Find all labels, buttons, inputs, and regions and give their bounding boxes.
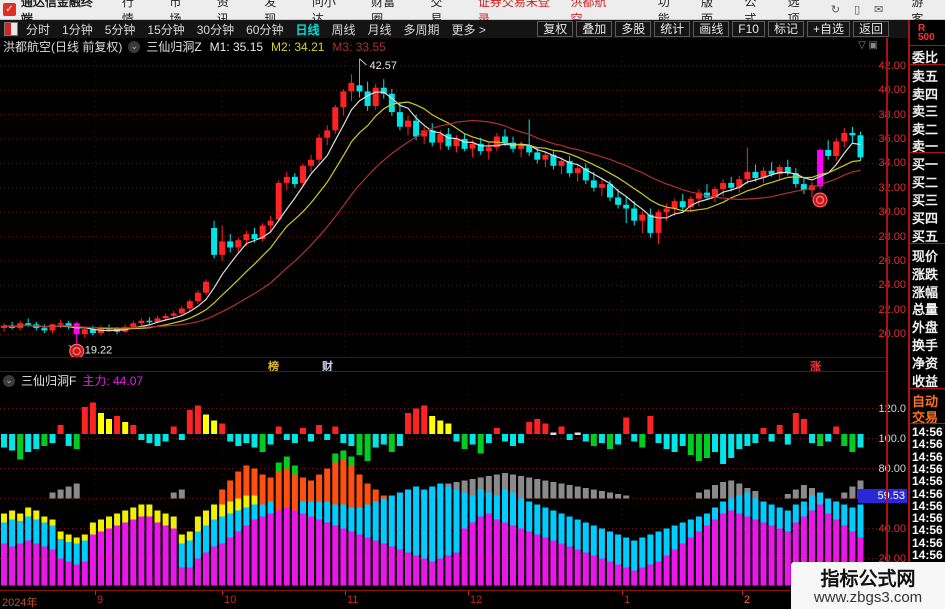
period-tab-1分钟[interactable]: 1分钟 — [62, 21, 93, 38]
mail-icon[interactable]: ✉ — [874, 3, 883, 16]
ma2-value: M2: 34.21 — [271, 39, 325, 54]
period-tab-月线[interactable]: 月线 — [368, 21, 392, 38]
svg-text:42.57: 42.57 — [370, 60, 398, 72]
month-label: 12 — [470, 594, 483, 606]
action-button-+自选[interactable]: +自选 — [806, 21, 850, 37]
action-button-标记[interactable]: 标记 — [767, 21, 804, 37]
sub-indicator-chart[interactable] — [0, 389, 887, 589]
chevron-down-icon[interactable]: ⌄ — [128, 40, 141, 53]
quote-info-外盘: 外盘 — [912, 320, 939, 336]
year-label: 2024年 — [2, 597, 38, 609]
watermark-url: www.zbgs3.com — [813, 589, 923, 606]
sidebar-separator — [910, 388, 945, 389]
quote-info-收益: 收益 — [912, 373, 939, 389]
sub-indicator-name[interactable]: 三仙归洞F — [21, 372, 76, 389]
sidebar-separator — [910, 64, 945, 65]
main-force-value: 主力: 44.07 — [82, 374, 144, 388]
layout-toggle-icon[interactable] — [4, 22, 18, 36]
quote-sidebar: R 500 委比 卖五 卖四 卖三 卖二 卖一 买一 买二 买三 买四 买五 现价 涨跌 涨幅 总量 外盘 换手净… — [910, 20, 945, 609]
bid-row-3: 买三 — [912, 193, 939, 208]
refresh-icon[interactable]: ↻ — [831, 3, 840, 16]
action-button-叠加[interactable]: 叠加 — [576, 21, 613, 37]
quote-info-现价: 现价 — [912, 249, 939, 264]
quote-info-涨幅: 涨幅 — [912, 284, 939, 300]
chart-window-icons[interactable]: ▽ ▣ — [858, 40, 878, 51]
month-label: 10 — [224, 594, 237, 606]
month-tick — [345, 591, 346, 595]
ma1-value: M1: 35.15 — [209, 39, 264, 54]
bid-row-2: 买二 — [912, 175, 939, 190]
period-tab-多周期[interactable]: 多周期 — [404, 21, 440, 38]
month-tick — [742, 591, 743, 595]
period-tab-日线[interactable]: 日线 — [295, 21, 319, 38]
quote-info-涨跌: 涨跌 — [912, 266, 939, 282]
ask-row-2: 卖二 — [912, 121, 939, 137]
month-tick — [95, 591, 96, 595]
bid-row-4: 买四 — [912, 211, 939, 226]
titlebar-icons: ↻ ▯ ✉ — [831, 3, 898, 16]
month-label: 11 — [347, 594, 359, 606]
ask-row-3: 卖三 — [912, 104, 939, 119]
indicator-histogram-svg[interactable] — [0, 389, 887, 589]
quote-info-净资: 净资 — [912, 355, 939, 371]
action-button-多股[interactable]: 多股 — [615, 21, 652, 37]
main-candlestick-chart[interactable]: 42.57 19.22 — [0, 56, 887, 359]
ma3-value: M3: 33.55 — [332, 39, 386, 54]
chart-action-buttons: 复权 叠加 多股 统计 画线 F10 标记 +自选 返回 — [534, 21, 889, 37]
svg-text:19.22: 19.22 — [85, 345, 113, 357]
bid-row-1: 买一 — [912, 157, 939, 172]
action-button-F10[interactable]: F10 — [732, 21, 765, 37]
month-tick — [468, 591, 469, 595]
quote-info-换手: 换手 — [912, 338, 939, 353]
period-tab-30分钟[interactable]: 30分钟 — [197, 21, 234, 38]
month-label: 2 — [744, 594, 751, 606]
candlestick-svg[interactable]: 42.57 19.22 — [0, 56, 887, 359]
ticker-strip: 榜财涨 — [0, 357, 886, 373]
ask-row-5: 卖五 — [912, 69, 939, 84]
quote-info-总量: 总量 — [912, 302, 939, 318]
indicator-name[interactable]: 三仙归洞Z — [146, 38, 201, 55]
sidebar-separator — [910, 152, 945, 153]
period-tab-周线[interactable]: 周线 — [331, 21, 355, 38]
action-button-统计[interactable]: 统计 — [654, 21, 691, 37]
sub-chart-header: ⌄ 三仙归洞F 主力: 44.07 — [0, 371, 886, 389]
period-bar: 分时 1分钟 5分钟 15分钟 30分钟 60分钟 日线 周线 月线 多周期 更多 > 复权 叠加 多股… — [0, 20, 945, 39]
ask-row-4: 卖四 — [912, 86, 939, 102]
month-tick — [222, 591, 223, 595]
period-tab-更多 >[interactable]: 更多 > — [452, 21, 486, 38]
month-label: 9 — [97, 594, 104, 606]
sidebar-separator — [910, 423, 945, 424]
main-chart-header: 洪都航空(日线 前复权) ⌄ 三仙归洞Z M1: 35.15 M2: 34.21… — [0, 38, 886, 55]
period-tab-15分钟[interactable]: 15分钟 — [147, 21, 184, 38]
tdx-terminal-window: ✓ 通达信金融终端 行情 市场 资讯 发现 问小达 财富圈 交易 证券交易未登录 洪都航空 … — [0, 0, 945, 609]
title-bar: ✓ 通达信金融终端 行情 市场 资讯 发现 问小达 财富圈 交易 证券交易未登录 洪都航空 … — [0, 0, 945, 26]
action-button-返回[interactable]: 返回 — [852, 21, 889, 37]
mobile-icon[interactable]: ▯ — [854, 3, 860, 16]
sidebar-corner-badge: R 500 — [918, 23, 935, 43]
app-logo-icon[interactable]: ✓ — [3, 3, 16, 16]
current-value-box: 59.53 — [858, 489, 907, 503]
period-tab-分时[interactable]: 分时 — [26, 21, 50, 38]
chart-right-border — [886, 38, 888, 609]
period-tabs: 分时 1分钟 5分钟 15分钟 30分钟 60分钟 日线 周线 月线 多周期 更多 > — [26, 21, 498, 38]
sidebar-separator — [910, 243, 945, 244]
watermark: 指标公式网 www.zbgs3.com — [791, 562, 945, 609]
chart-title: 洪都航空(日线 前复权) — [3, 40, 123, 54]
period-tab-5分钟[interactable]: 5分钟 — [105, 21, 136, 38]
sidebar-separator — [910, 45, 945, 46]
month-tick — [622, 591, 623, 595]
action-button-画线[interactable]: 画线 — [693, 21, 730, 37]
watermark-title: 指标公式网 — [820, 569, 916, 590]
time-axis: 2024年 9 10 11 12 1 2 — [0, 590, 886, 609]
month-label: 1 — [624, 594, 631, 606]
period-tab-60分钟[interactable]: 60分钟 — [246, 21, 283, 38]
action-button-复权[interactable]: 复权 — [537, 21, 574, 37]
chevron-down-icon[interactable]: ⌄ — [3, 374, 15, 387]
